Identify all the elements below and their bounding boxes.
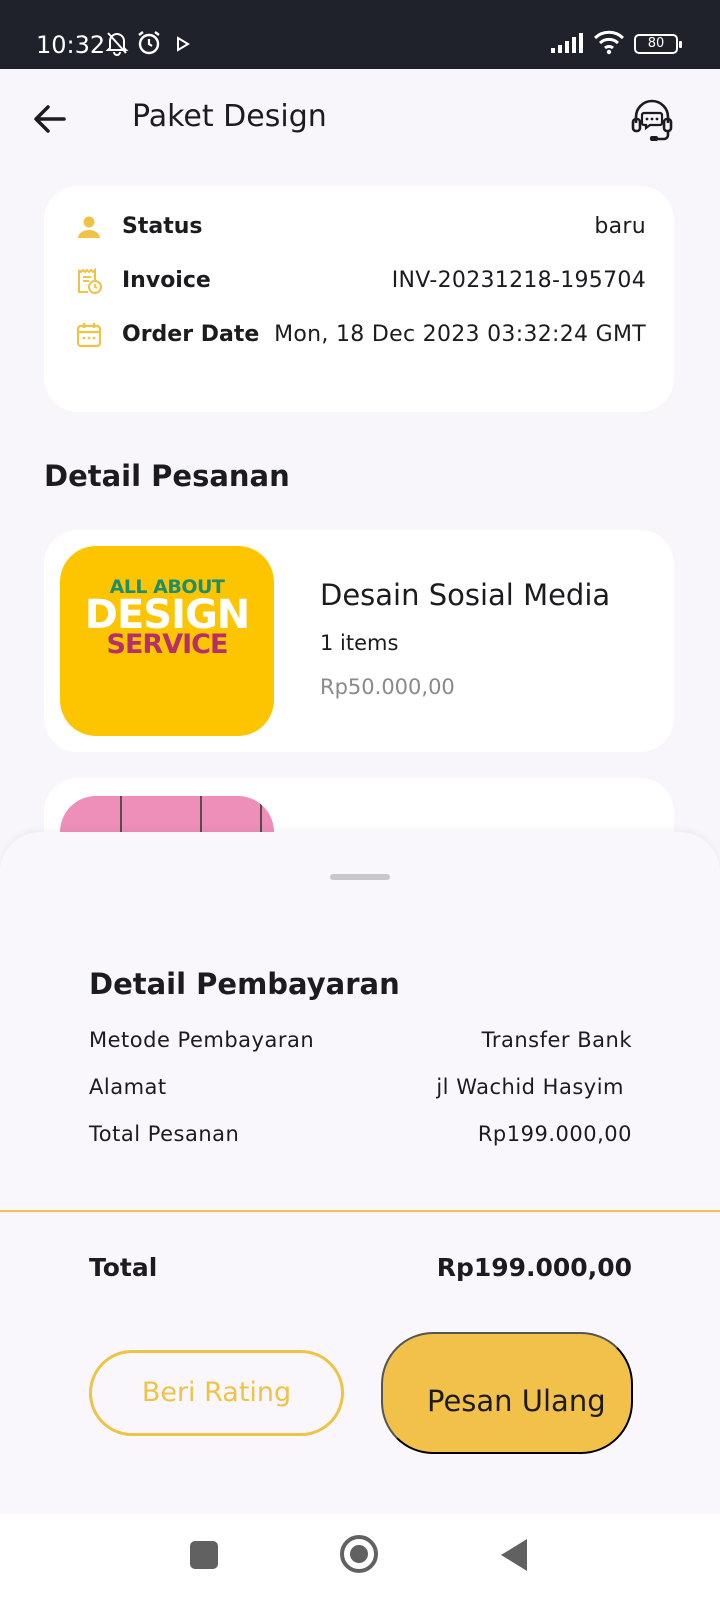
invoice-row: Invoice INV-20231218-195704 bbox=[44, 261, 674, 301]
invoice-value: INV-20231218-195704 bbox=[391, 268, 646, 293]
thumbnail-text-line-3: SERVICE bbox=[106, 629, 229, 660]
battery-icon: 80 bbox=[634, 34, 682, 54]
bell-off-icon bbox=[105, 32, 129, 56]
payment-method-value: Transfer Bank bbox=[481, 1028, 632, 1052]
thumbnail-detail bbox=[260, 796, 262, 836]
thumbnail-detail bbox=[200, 796, 202, 836]
play-store-icon bbox=[177, 36, 190, 52]
home-icon[interactable] bbox=[340, 1535, 378, 1573]
product-card[interactable]: ALL ABOUT DESIGN SERVICE Desain Sosial M… bbox=[44, 530, 674, 752]
wifi-icon bbox=[593, 30, 625, 55]
app-bar: Paket Design bbox=[0, 69, 720, 167]
status-label: Status bbox=[122, 214, 203, 239]
system-nav-bar bbox=[0, 1514, 720, 1600]
rate-button[interactable]: Beri Rating bbox=[89, 1350, 344, 1436]
order-total-value: Rp199.000,00 bbox=[477, 1122, 632, 1146]
payment-method-row: Metode Pembayaran Transfer Bank bbox=[89, 1022, 632, 1058]
product-name: Desain Sosial Media bbox=[320, 578, 611, 612]
order-total-label: Total Pesanan bbox=[89, 1122, 240, 1146]
divider bbox=[0, 1210, 720, 1212]
status-value: baru bbox=[594, 214, 646, 239]
calendar-icon bbox=[76, 323, 102, 348]
status-bar: 10:32 80 bbox=[0, 0, 720, 69]
nav-back-icon[interactable] bbox=[501, 1539, 527, 1571]
reorder-button[interactable]: Pesan Ulang bbox=[381, 1332, 633, 1454]
order-info-card: Status baru Invoice INV-20231218-195704 … bbox=[44, 186, 674, 412]
customer-support-icon[interactable] bbox=[628, 97, 676, 145]
person-icon bbox=[78, 216, 100, 238]
back-arrow-icon[interactable] bbox=[30, 99, 70, 139]
total-value: Rp199.000,00 bbox=[436, 1253, 632, 1282]
product-quantity: 1 items bbox=[320, 631, 399, 655]
order-total-row: Total Pesanan Rp199.000,00 bbox=[89, 1116, 632, 1152]
order-date-value: Mon, 18 Dec 2023 03:32:24 GMT bbox=[274, 322, 646, 347]
payment-method-label: Metode Pembayaran bbox=[89, 1028, 315, 1052]
status-row: Status baru bbox=[44, 207, 674, 247]
page-title: Paket Design bbox=[132, 99, 327, 134]
product-price: Rp50.000,00 bbox=[320, 675, 455, 699]
drag-handle[interactable] bbox=[330, 874, 390, 880]
thumbnail-detail bbox=[120, 796, 122, 836]
order-date-row: Order Date Mon, 18 Dec 2023 03:32:24 GMT bbox=[44, 315, 674, 355]
receipt-clock-icon bbox=[78, 268, 102, 294]
total-label: Total bbox=[89, 1253, 158, 1282]
recent-apps-icon[interactable] bbox=[190, 1541, 218, 1569]
invoice-label: Invoice bbox=[122, 268, 211, 293]
status-time: 10:32 bbox=[36, 31, 106, 59]
grand-total-row: Total Rp199.000,00 bbox=[89, 1248, 632, 1288]
order-date-label: Order Date bbox=[122, 322, 260, 347]
product-thumbnail: ALL ABOUT DESIGN SERVICE bbox=[60, 546, 274, 736]
alarm-icon bbox=[138, 31, 160, 55]
address-row: Alamat jl Wachid Hasyim bbox=[89, 1069, 632, 1105]
address-value: jl Wachid Hasyim bbox=[436, 1075, 624, 1099]
payment-detail-title: Detail Pembayaran bbox=[89, 967, 400, 1001]
address-label: Alamat bbox=[89, 1075, 167, 1099]
signal-icon bbox=[551, 33, 583, 53]
payment-bottom-sheet: Detail Pembayaran Metode Pembayaran Tran… bbox=[0, 832, 720, 1514]
order-detail-title: Detail Pesanan bbox=[44, 459, 290, 493]
